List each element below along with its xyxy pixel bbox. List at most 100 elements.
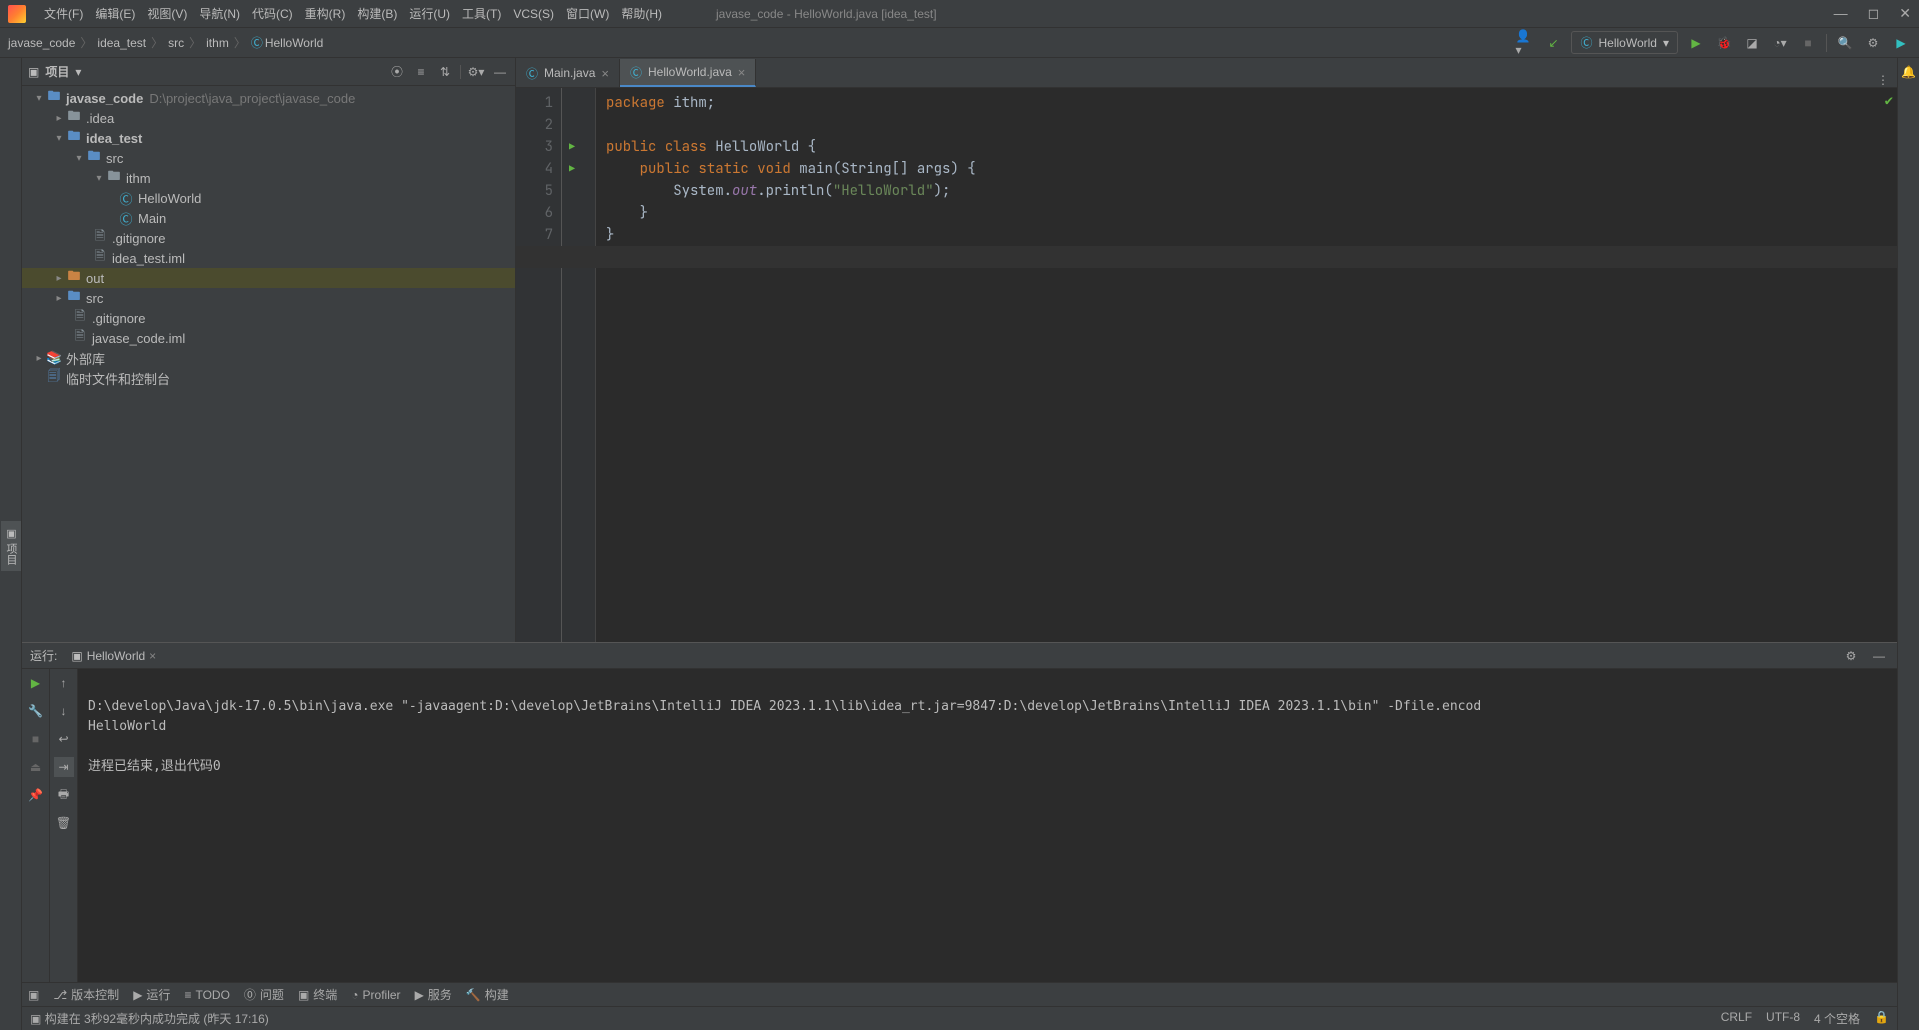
breadcrumb-item[interactable]: src: [168, 36, 184, 50]
breadcrumb-item[interactable]: javase_code: [8, 36, 75, 50]
menu-edit[interactable]: 编辑(E): [89, 1, 141, 26]
up-icon[interactable]: ↑: [54, 673, 74, 693]
menu-help[interactable]: 帮助(H): [615, 1, 668, 26]
settings-icon[interactable]: ⚙: [1863, 33, 1883, 53]
menu-code[interactable]: 代码(C): [246, 1, 299, 26]
minimize-icon[interactable]: —: [1834, 5, 1848, 22]
tool-window-square-icon[interactable]: ▣: [28, 988, 39, 1002]
run-button[interactable]: ▶: [1686, 33, 1706, 53]
tree-item-idea[interactable]: ▸🖿 .idea: [22, 108, 515, 128]
tree-root[interactable]: ▾🖿 javase_code D:\project\java_project\j…: [22, 88, 515, 108]
tool-build[interactable]: 🔨 构建: [466, 986, 509, 1003]
tree-item-file[interactable]: 🗎 .gitignore: [22, 308, 515, 328]
close-icon[interactable]: ✕: [1899, 5, 1911, 22]
menu-navigate[interactable]: 导航(N): [193, 1, 246, 26]
editor-tab[interactable]: Ⓒ Main.java ×: [516, 59, 620, 87]
breadcrumb-item[interactable]: ithm: [206, 36, 229, 50]
clear-icon[interactable]: 🗑: [54, 813, 74, 833]
breadcrumb-item[interactable]: idea_test: [97, 36, 146, 50]
status-line-sep[interactable]: CRLF: [1721, 1010, 1752, 1027]
scroll-end-icon[interactable]: ⇥: [54, 757, 74, 777]
stop-button[interactable]: ■: [26, 729, 46, 749]
tree-item-scratch[interactable]: 🗐 临时文件和控制台: [22, 368, 515, 388]
stop-button[interactable]: ■: [1798, 33, 1818, 53]
tree-item-module[interactable]: ▾🖿 idea_test: [22, 128, 515, 148]
run-line-icon[interactable]: ▶: [562, 158, 582, 180]
tree-item-extlib[interactable]: ▸📚 外部库: [22, 348, 515, 368]
code-content[interactable]: package ithm; public class HelloWorld { …: [596, 88, 1897, 642]
breadcrumb-item[interactable]: HelloWorld: [265, 36, 323, 50]
editor-tab[interactable]: Ⓒ HelloWorld.java ×: [620, 59, 756, 87]
tool-profiler[interactable]: ◔ Profiler: [351, 988, 400, 1002]
run-console[interactable]: D:\develop\Java\jdk-17.0.5\bin\java.exe …: [78, 669, 1897, 982]
tool-services[interactable]: ▶ 服务: [415, 986, 452, 1003]
menu-run[interactable]: 运行(U): [403, 1, 456, 26]
project-view-icon[interactable]: ▣: [28, 65, 39, 79]
tool-run[interactable]: ▶ 运行: [133, 986, 170, 1003]
tree-item-file[interactable]: 🗎 javase_code.iml: [22, 328, 515, 348]
print-icon[interactable]: 🖶: [54, 785, 74, 805]
menu-file[interactable]: 文件(F): [38, 1, 89, 26]
tree-item-class[interactable]: Ⓒ HelloWorld: [22, 188, 515, 208]
more-icon[interactable]: ⋮: [1877, 73, 1889, 87]
vcs-update-icon[interactable]: ↙: [1543, 33, 1563, 53]
menu-view[interactable]: 视图(V): [141, 1, 193, 26]
pin-icon[interactable]: 📌: [26, 785, 46, 805]
project-tree[interactable]: ▾🖿 javase_code D:\project\java_project\j…: [22, 86, 515, 390]
status-indent[interactable]: 4 个空格: [1814, 1010, 1860, 1027]
softwrap-icon[interactable]: ↩: [54, 729, 74, 749]
inspection-ok-icon[interactable]: ✔: [1885, 92, 1893, 110]
fold-gutter[interactable]: [582, 88, 596, 642]
tree-item-out[interactable]: ▸🖿 out: [22, 268, 515, 288]
notifications-icon[interactable]: 🔔: [1899, 62, 1919, 82]
down-icon[interactable]: ↓: [54, 701, 74, 721]
run-gutter[interactable]: ▶ ▶: [562, 88, 582, 642]
user-icon[interactable]: 👤▾: [1515, 33, 1535, 53]
run-tab[interactable]: ▣ HelloWorld ×: [65, 647, 162, 665]
close-icon[interactable]: ×: [149, 649, 156, 663]
close-tab-icon[interactable]: ×: [738, 65, 746, 80]
tree-item-src[interactable]: ▾🖿 src: [22, 148, 515, 168]
menu-refactor[interactable]: 重构(R): [299, 1, 352, 26]
status-events-icon[interactable]: ▣: [30, 1012, 41, 1026]
tool-terminal[interactable]: ▣ 终端: [298, 986, 337, 1003]
gear-icon[interactable]: ⚙▾: [467, 65, 485, 79]
coverage-button[interactable]: ◪: [1742, 33, 1762, 53]
run-line-icon[interactable]: ▶: [562, 136, 582, 158]
chevron-down-icon[interactable]: ▾: [75, 65, 81, 79]
code-editor[interactable]: 12345678 ▶ ▶ package ithm; public class …: [516, 88, 1897, 642]
locate-icon[interactable]: ⦿: [388, 63, 406, 80]
tool-tab-structure[interactable]: 结构: [0, 529, 1, 563]
tool-todo[interactable]: ≡ TODO: [184, 988, 229, 1002]
expand-all-icon[interactable]: ≡: [412, 65, 430, 79]
tool-problems[interactable]: ⓪ 问题: [244, 986, 284, 1003]
tool-vcs[interactable]: ⎇ 版本控制: [53, 986, 119, 1003]
menu-window[interactable]: 窗口(W): [560, 1, 615, 26]
project-tool-window[interactable]: ▣ 项目 ▾ ⦿ ≡ ⇅ ⚙▾ — ▾🖿 javase_code D:\proj…: [22, 58, 516, 642]
run-config-selector[interactable]: Ⓒ HelloWorld ▾: [1571, 31, 1678, 54]
wrench-icon[interactable]: 🔧: [26, 701, 46, 721]
tree-item-file[interactable]: 🗎 .gitignore: [22, 228, 515, 248]
collapse-all-icon[interactable]: ⇅: [436, 65, 454, 79]
menu-tools[interactable]: 工具(T): [456, 1, 507, 26]
codewithme-icon[interactable]: ▶: [1891, 33, 1911, 53]
hide-icon[interactable]: —: [491, 65, 509, 79]
hide-icon[interactable]: —: [1869, 646, 1889, 666]
tree-item-class[interactable]: Ⓒ Main: [22, 208, 515, 228]
tree-item-package[interactable]: ▾🖿 ithm: [22, 168, 515, 188]
exit-icon[interactable]: ⏏: [26, 757, 46, 777]
profile-button[interactable]: ◔▾: [1770, 33, 1790, 53]
tree-item-file[interactable]: 🗎 idea_test.iml: [22, 248, 515, 268]
search-icon[interactable]: 🔍: [1835, 33, 1855, 53]
maximize-icon[interactable]: ◻: [1868, 5, 1880, 22]
menu-build[interactable]: 构建(B): [351, 1, 403, 26]
tree-item-src-outer[interactable]: ▸🖿 src: [22, 288, 515, 308]
debug-button[interactable]: 🐞: [1714, 33, 1734, 53]
close-tab-icon[interactable]: ×: [601, 66, 609, 81]
rerun-button[interactable]: ▶: [26, 673, 46, 693]
status-encoding[interactable]: UTF-8: [1766, 1010, 1800, 1027]
menu-vcs[interactable]: VCS(S): [507, 3, 560, 25]
status-lock-icon[interactable]: 🔒: [1874, 1010, 1889, 1027]
tool-tab-project[interactable]: ▣ 项目: [1, 521, 21, 571]
gear-icon[interactable]: ⚙: [1841, 646, 1861, 666]
